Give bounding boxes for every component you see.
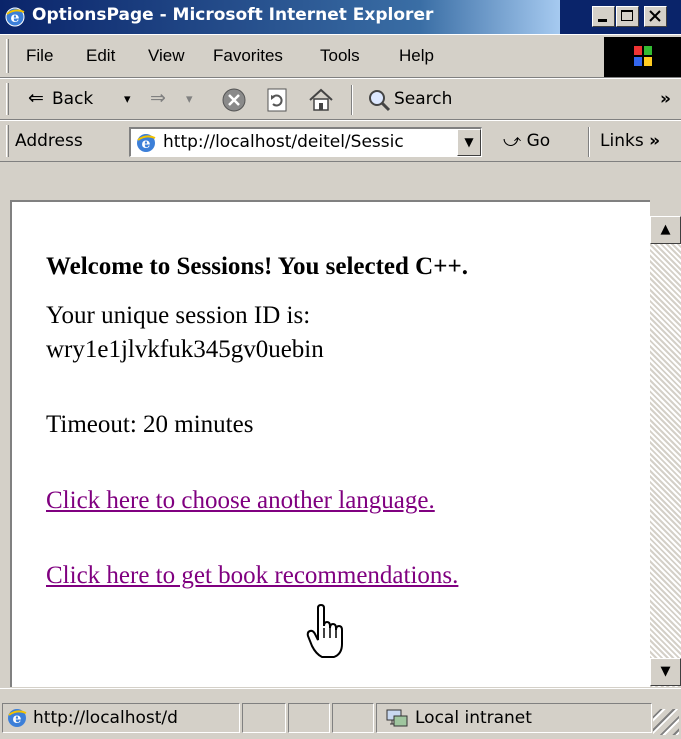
menu-tools[interactable]: Tools: [320, 46, 360, 66]
toolbar-grip[interactable]: [6, 83, 9, 115]
back-label: Back: [52, 89, 94, 109]
stop-icon[interactable]: [221, 87, 247, 113]
address-bar: Address e http://localhost/deitel/Sessic…: [0, 120, 681, 162]
home-icon[interactable]: [307, 86, 335, 114]
chevron-down-icon: ▼: [464, 135, 474, 149]
go-arrow-icon: ⤻: [503, 131, 522, 151]
status-url: http://localhost/d: [33, 708, 178, 728]
menu-favorites[interactable]: Favorites: [213, 46, 283, 66]
ie-page-icon: e: [8, 709, 27, 727]
ie-logo-icon: e: [5, 7, 25, 27]
refresh-icon[interactable]: [264, 87, 290, 113]
search-icon: [369, 90, 391, 112]
back-button[interactable]: ⇐ Back ▾: [24, 79, 142, 119]
page-icon: e: [137, 134, 156, 152]
links-label: Links: [600, 131, 644, 151]
forward-arrow-icon: ⇒: [150, 87, 166, 109]
address-label: Address: [15, 131, 83, 151]
throbber: [604, 37, 681, 77]
title-bar[interactable]: e OptionsPage - Microsoft Internet Explo…: [0, 0, 681, 34]
vertical-scrollbar[interactable]: ▲ ▼: [650, 200, 681, 687]
status-bar: e http://localhost/d Local intranet: [0, 688, 681, 739]
address-bar-grip[interactable]: [6, 125, 9, 157]
toolbar-overflow-chevron-icon[interactable]: »: [660, 89, 671, 109]
session-id-label: Your unique session ID is:: [46, 302, 311, 329]
go-button[interactable]: ⤻ Go: [503, 131, 550, 151]
hand-cursor-icon: [306, 604, 343, 658]
choose-language-link[interactable]: Click here to choose another language.: [46, 487, 435, 515]
links-overflow-chevron-icon: »: [649, 131, 661, 151]
scroll-up-button[interactable]: ▲: [650, 216, 681, 244]
toolbar-separator: [351, 85, 353, 115]
close-button[interactable]: [644, 6, 667, 27]
links-button[interactable]: Links »: [600, 131, 660, 151]
forward-dropdown-icon[interactable]: ▾: [186, 92, 193, 107]
status-text-pane: e http://localhost/d: [2, 703, 240, 733]
menu-bar: File Edit View Favorites Tools Help: [0, 34, 681, 78]
window-title: OptionsPage - Microsoft Internet Explore…: [32, 5, 434, 25]
address-url: http://localhost/deitel/Sessic: [163, 132, 404, 152]
search-label: Search: [394, 89, 453, 109]
browser-window: e OptionsPage - Microsoft Internet Explo…: [0, 0, 681, 739]
page-heading: Welcome to Sessions! You selected C++.: [46, 253, 468, 280]
svg-text:e: e: [142, 136, 151, 152]
maximize-icon: [621, 10, 633, 21]
menu-file[interactable]: File: [26, 46, 53, 66]
menu-view[interactable]: View: [148, 46, 185, 66]
maximize-button[interactable]: [616, 6, 639, 27]
scroll-down-button[interactable]: ▼: [650, 658, 681, 686]
address-separator: [588, 127, 590, 157]
status-pane-secure: [288, 703, 330, 733]
status-pane-progress: [242, 703, 286, 733]
resize-grip-icon[interactable]: [653, 709, 679, 735]
address-input[interactable]: e http://localhost/deitel/Sessic ▼: [129, 127, 482, 157]
menu-bar-grip[interactable]: [6, 39, 9, 73]
back-arrow-icon: ⇐: [28, 87, 44, 109]
address-dropdown-button[interactable]: ▼: [457, 129, 481, 156]
book-recommendations-link[interactable]: Click here to get book recommendations.: [46, 562, 458, 590]
status-zone: Local intranet: [415, 708, 532, 728]
timeout-text: Timeout: 20 minutes: [46, 411, 254, 438]
go-label: Go: [526, 131, 551, 151]
scrollbar-top-gap: [650, 200, 681, 216]
arrow-up-icon: ▲: [660, 222, 671, 237]
session-id-value: wry1e1jlvkfuk345gv0uebin: [46, 336, 324, 363]
forward-button[interactable]: ⇒ ▾: [150, 79, 210, 119]
status-pane-privacy: [332, 703, 374, 733]
menu-help[interactable]: Help: [399, 46, 434, 66]
status-zone-pane: Local intranet: [376, 703, 652, 733]
svg-text:e: e: [13, 711, 22, 727]
minimize-button[interactable]: [592, 6, 615, 27]
arrow-down-icon: ▼: [660, 664, 671, 679]
windows-logo-icon: [634, 46, 652, 66]
minimize-icon: [598, 19, 607, 22]
svg-text:e: e: [11, 10, 20, 26]
standard-toolbar: ⇐ Back ▾ ⇒ ▾ Search »: [0, 78, 681, 120]
intranet-icon: [386, 709, 408, 727]
search-button[interactable]: Search: [364, 79, 514, 119]
menu-edit[interactable]: Edit: [86, 46, 115, 66]
back-dropdown-icon[interactable]: ▾: [124, 92, 131, 107]
close-icon: [649, 10, 661, 22]
